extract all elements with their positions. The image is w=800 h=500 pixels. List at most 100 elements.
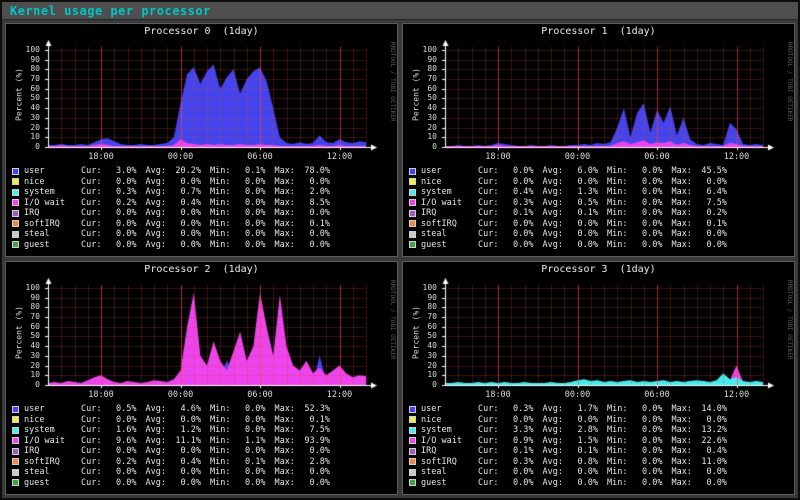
legend-row-user: userCur:3.0%Avg:20.2%Min:0.1%Max:78.0% bbox=[12, 166, 393, 177]
stat-value: 0.0% bbox=[498, 219, 533, 230]
rrdtool-watermark: RRDTOOL / TOBI OETIKER bbox=[786, 42, 793, 121]
y-tick-label: 90 bbox=[407, 294, 437, 302]
legend-series-name: IRQ bbox=[421, 208, 469, 219]
stat-value: 0.0% bbox=[295, 208, 330, 219]
stat-label: Avg: bbox=[542, 240, 562, 251]
plot-region: Percent (%)010203040506070809010018:0000… bbox=[403, 38, 794, 164]
legend-series-name: I/O wait bbox=[24, 198, 72, 209]
legend-series-name: IRQ bbox=[421, 446, 469, 457]
stat-value: 0.0% bbox=[627, 229, 662, 240]
stat-label: Avg: bbox=[145, 177, 165, 188]
rrdtool-watermark: RRDTOOL / TOBI OETIKER bbox=[389, 280, 396, 359]
graph-plot-area[interactable] bbox=[441, 278, 775, 390]
stat-value: 0.0% bbox=[627, 187, 662, 198]
legend-row-softirq: softIRQCur:0.2%Avg:0.4%Min:0.1%Max:2.8% bbox=[12, 457, 393, 468]
y-tick-label: 100 bbox=[407, 46, 437, 54]
stat-label: Cur: bbox=[478, 177, 498, 188]
stat-value: 0.0% bbox=[627, 436, 662, 447]
graph-plot-area[interactable] bbox=[441, 40, 775, 152]
stat-label: Min: bbox=[210, 415, 230, 426]
x-tick-label: 12:00 bbox=[720, 152, 754, 162]
stat-value: 0.0% bbox=[166, 446, 201, 457]
steal-swatch-icon bbox=[12, 231, 19, 238]
stat-label: Avg: bbox=[542, 478, 562, 489]
stat-label: Avg: bbox=[542, 404, 562, 415]
y-tick-label: 0 bbox=[407, 143, 437, 151]
graph-plot-area[interactable] bbox=[44, 278, 378, 390]
stat-label: Cur: bbox=[478, 425, 498, 436]
stat-label: Max: bbox=[274, 425, 294, 436]
stat-label: Max: bbox=[671, 240, 691, 251]
y-tick-label: 40 bbox=[10, 342, 40, 350]
stat-label: Cur: bbox=[81, 177, 101, 188]
stat-label: Min: bbox=[607, 166, 627, 177]
graph-plot-area[interactable] bbox=[44, 40, 378, 152]
stat-label: Cur: bbox=[478, 404, 498, 415]
irq-swatch-icon bbox=[409, 210, 416, 217]
stat-label: Avg: bbox=[145, 208, 165, 219]
stat-label: Max: bbox=[274, 404, 294, 415]
stat-value: 3.0% bbox=[101, 166, 136, 177]
stat-label: Avg: bbox=[542, 415, 562, 426]
stat-value: 0.0% bbox=[627, 425, 662, 436]
stat-label: Avg: bbox=[145, 219, 165, 230]
y-tick-label: 80 bbox=[407, 65, 437, 73]
stat-label: Cur: bbox=[81, 198, 101, 209]
stat-label: Avg: bbox=[542, 208, 562, 219]
graph-legend: userCur:0.5%Avg:4.6%Min:0.0%Max:52.3%nic… bbox=[12, 404, 393, 488]
stat-label: Min: bbox=[607, 425, 627, 436]
legend-row-guest: guestCur:0.0%Avg:0.0%Min:0.0%Max:0.0% bbox=[409, 240, 790, 251]
legend-row-nice: niceCur:0.0%Avg:0.0%Min:0.0%Max:0.0% bbox=[409, 177, 790, 188]
stat-value: 4.6% bbox=[166, 404, 201, 415]
legend-series-name: guest bbox=[24, 478, 72, 489]
legend-row-iowait: I/O waitCur:0.9%Avg:1.5%Min:0.0%Max:22.6… bbox=[409, 436, 790, 447]
stat-label: Cur: bbox=[478, 166, 498, 177]
stat-label: Avg: bbox=[542, 436, 562, 447]
stat-label: Max: bbox=[274, 187, 294, 198]
stat-value: 22.6% bbox=[692, 436, 727, 447]
iowait-swatch-icon bbox=[409, 437, 416, 444]
legend-series-name: user bbox=[421, 404, 469, 415]
stat-value: 0.4% bbox=[166, 457, 201, 468]
stat-label: Cur: bbox=[81, 478, 101, 489]
stat-value: 0.3% bbox=[101, 187, 136, 198]
stat-value: 0.0% bbox=[627, 198, 662, 209]
stat-value: 0.0% bbox=[692, 229, 727, 240]
stat-label: Min: bbox=[607, 467, 627, 478]
stat-label: Max: bbox=[274, 415, 294, 426]
plot-region: Percent (%)010203040506070809010018:0000… bbox=[6, 38, 397, 164]
stat-value: 9.6% bbox=[101, 436, 136, 447]
y-tick-label: 60 bbox=[10, 85, 40, 93]
stat-value: 1.1% bbox=[230, 436, 265, 447]
stat-value: 0.0% bbox=[295, 177, 330, 188]
legend-row-steal: stealCur:0.0%Avg:0.0%Min:0.0%Max:0.0% bbox=[409, 467, 790, 478]
stat-label: Max: bbox=[671, 219, 691, 230]
steal-swatch-icon bbox=[12, 469, 19, 476]
stat-value: 0.0% bbox=[230, 187, 265, 198]
stat-label: Max: bbox=[671, 177, 691, 188]
stat-label: Avg: bbox=[145, 467, 165, 478]
stat-value: 0.0% bbox=[230, 240, 265, 251]
rrdtool-watermark: RRDTOOL / TOBI OETIKER bbox=[786, 280, 793, 359]
stat-value: 0.1% bbox=[563, 208, 598, 219]
stat-value: 0.0% bbox=[627, 404, 662, 415]
stat-label: Max: bbox=[274, 478, 294, 489]
irq-swatch-icon bbox=[12, 448, 19, 455]
y-tick-label: 60 bbox=[10, 323, 40, 331]
legend-row-guest: guestCur:0.0%Avg:0.0%Min:0.0%Max:0.0% bbox=[12, 478, 393, 489]
stat-label: Avg: bbox=[145, 457, 165, 468]
stat-value: 2.0% bbox=[295, 187, 330, 198]
stat-label: Min: bbox=[607, 478, 627, 489]
legend-row-nice: niceCur:0.0%Avg:0.0%Min:0.0%Max:0.0% bbox=[409, 415, 790, 426]
stat-label: Avg: bbox=[145, 446, 165, 457]
stat-label: Max: bbox=[671, 425, 691, 436]
legend-series-name: guest bbox=[421, 240, 469, 251]
nice-swatch-icon bbox=[12, 416, 19, 423]
stat-label: Avg: bbox=[145, 240, 165, 251]
x-tick-label: 18:00 bbox=[481, 390, 515, 400]
stat-label: Avg: bbox=[542, 425, 562, 436]
legend-row-system: systemCur:1.6%Avg:1.2%Min:0.0%Max:7.5% bbox=[12, 425, 393, 436]
stat-value: 0.0% bbox=[498, 166, 533, 177]
legend-series-name: I/O wait bbox=[24, 436, 72, 447]
y-tick-label: 20 bbox=[407, 124, 437, 132]
